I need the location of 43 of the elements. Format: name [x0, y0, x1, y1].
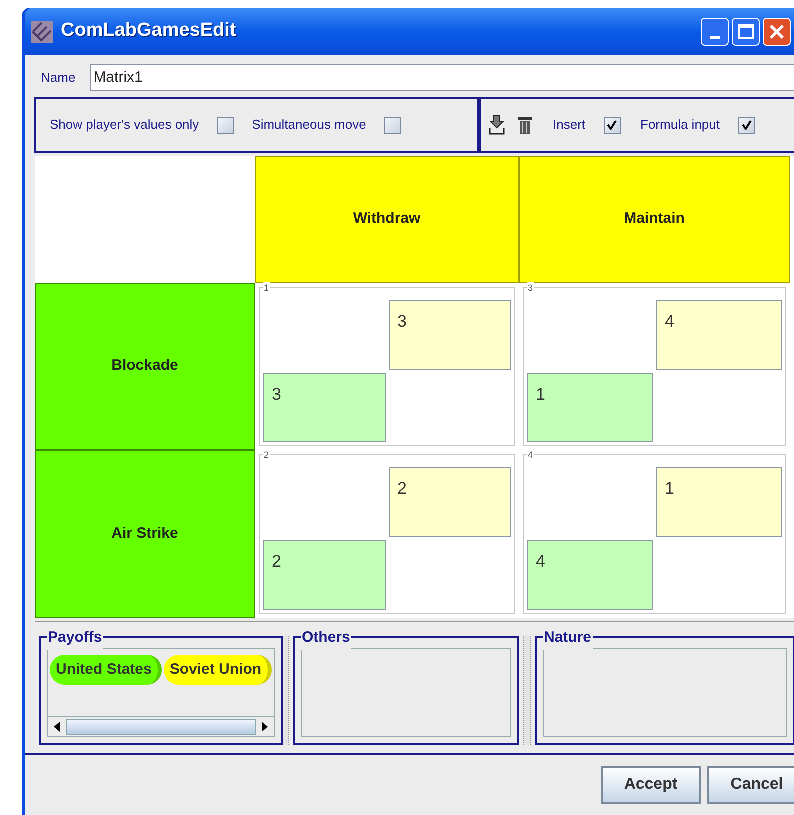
maximize-icon — [738, 24, 754, 39]
player-chip[interactable]: Soviet Union — [164, 655, 272, 685]
scroll-left-icon — [54, 722, 60, 732]
dialog-button[interactable]: Accept — [601, 766, 701, 804]
option-label: Simultaneous move — [252, 116, 366, 134]
trash-icon — [517, 115, 533, 135]
row-header: Air Strike — [35, 450, 255, 618]
column-payoff-field[interactable]: 3 — [388, 300, 511, 370]
column-payoff-field[interactable]: 4 — [656, 300, 782, 370]
minimize-button[interactable] — [701, 18, 729, 46]
checkmark-icon — [607, 120, 618, 130]
close-icon — [769, 24, 785, 40]
column-header: Maintain — [519, 156, 790, 283]
player-chip[interactable]: United States — [50, 655, 162, 685]
row-payoff-field[interactable]: 2 — [263, 540, 386, 610]
dialog-button[interactable]: Cancel — [707, 766, 794, 804]
column-payoff-field[interactable]: 2 — [388, 467, 511, 537]
checkbox[interactable] — [217, 116, 234, 134]
download-icon — [489, 115, 505, 135]
window-title: ComLabGamesEdit — [61, 19, 236, 44]
checkmark-icon — [742, 120, 752, 130]
column-header: Withdraw — [255, 156, 519, 283]
option-label: Formula input — [640, 116, 720, 134]
name-label: Name — [41, 68, 76, 87]
row-payoff-field[interactable]: 3 — [263, 372, 386, 442]
checkbox[interactable] — [604, 116, 621, 134]
minimize-icon — [710, 36, 720, 38]
row-header: Blockade — [35, 283, 255, 450]
column-payoff-field[interactable]: 1 — [656, 467, 782, 537]
row-payoff-field[interactable]: 1 — [527, 372, 653, 442]
maximize-button[interactable] — [732, 18, 760, 46]
splitter-handle[interactable] — [523, 636, 531, 745]
row-payoff-field[interactable]: 4 — [527, 540, 653, 610]
app-logo-icon — [31, 20, 53, 42]
horizontal-scrollbar[interactable] — [48, 716, 274, 736]
scroll-right-icon — [262, 722, 268, 732]
close-button[interactable] — [763, 18, 791, 46]
name-field[interactable]: Matrix1 — [90, 64, 794, 91]
scrollbar-thumb[interactable] — [66, 718, 256, 734]
checkbox[interactable] — [738, 116, 755, 134]
option-label: Insert — [553, 116, 586, 134]
option-label: Show player's values only — [50, 116, 200, 134]
checkbox[interactable] — [384, 116, 402, 134]
